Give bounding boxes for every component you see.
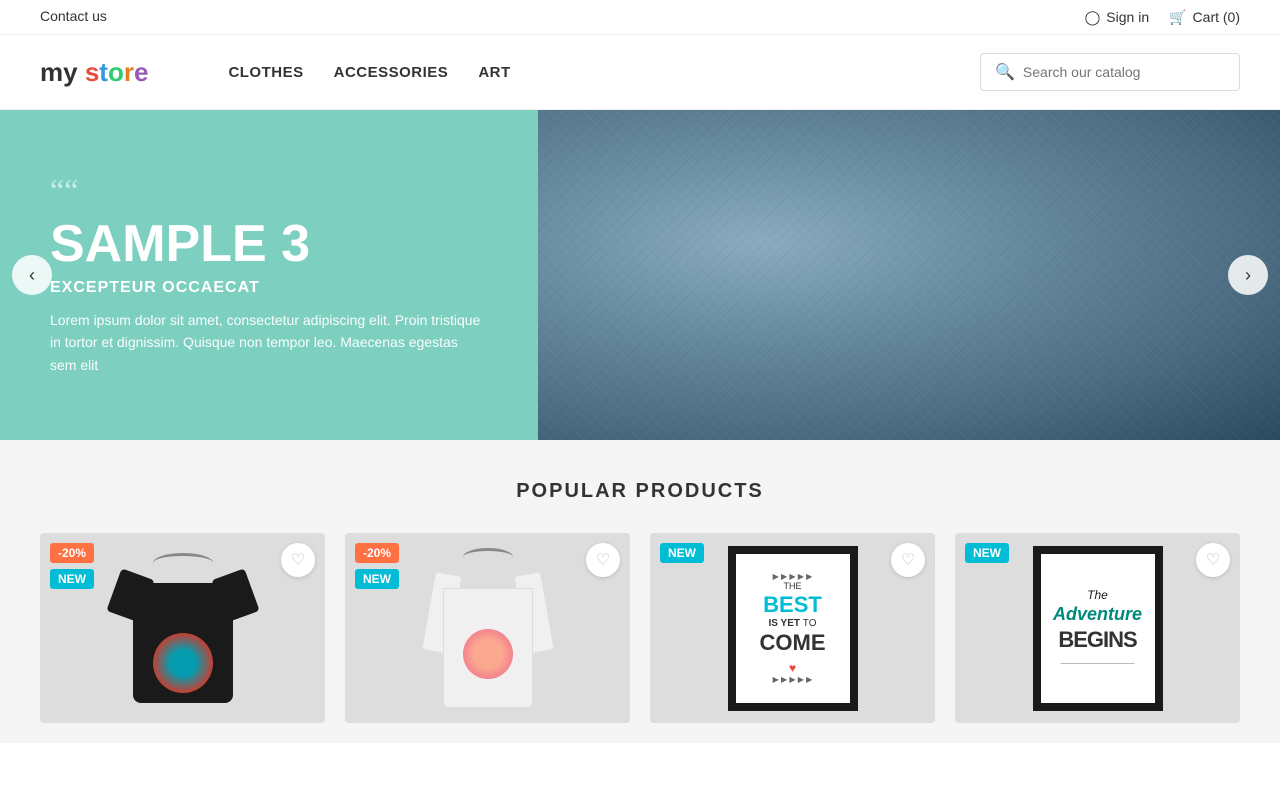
top-bar-right: ◯ Sign in 🛒 Cart (0) xyxy=(1085,9,1240,26)
nav-clothes[interactable]: CLOTHES xyxy=(228,64,303,81)
badge-new-3: NEW xyxy=(660,543,704,563)
poster2-the: The xyxy=(1087,588,1108,602)
wishlist-button-2[interactable]: ♡ xyxy=(586,543,620,577)
badge-new-4: NEW xyxy=(965,543,1009,563)
badge-new-1: NEW xyxy=(50,569,94,589)
cart-icon: 🛒 xyxy=(1169,9,1186,26)
contact-link[interactable]: Contact us xyxy=(40,8,107,24)
hero-quote-mark: ““ xyxy=(50,174,488,206)
poster-text-best: THE BEST IS YET TO COME xyxy=(760,581,826,657)
poster2-adventure: Adventure xyxy=(1053,604,1142,625)
logo-o: o xyxy=(108,57,124,87)
badge-discount-2: -20% xyxy=(355,543,399,563)
wishlist-button-1[interactable]: ♡ xyxy=(281,543,315,577)
hero-inner: ““ SAMPLE 3 EXCEPTEUR OCCAECAT Lorem ips… xyxy=(0,110,1280,440)
logo-s: s xyxy=(85,57,99,87)
poster-frame-3: ▶ ▶ ▶ ▶ ▶ THE BEST IS YET TO COME ♥ ▶ ▶ … xyxy=(728,546,858,711)
poster-the: THE xyxy=(760,581,826,592)
header: my store CLOTHES ACCESSORIES ART 🔍 xyxy=(0,35,1280,110)
cart-link[interactable]: 🛒 Cart (0) xyxy=(1169,9,1240,26)
ls-hanger xyxy=(463,548,513,566)
top-bar: Contact us ◯ Sign in 🛒 Cart (0) xyxy=(0,0,1280,35)
ls-design xyxy=(463,629,513,679)
poster-frame-4: The Adventure BEGINS ───────────── xyxy=(1033,546,1163,711)
products-grid: -20% NEW ♡ -20% NEW ♡ xyxy=(40,533,1240,723)
search-box[interactable]: 🔍 xyxy=(980,53,1240,91)
logo-t: t xyxy=(99,57,108,87)
hero-image xyxy=(538,110,1280,440)
popular-products-title: POPULAR PRODUCTS xyxy=(40,480,1240,503)
poster-heart: ♥ xyxy=(789,661,796,675)
tshirt-design-1 xyxy=(153,633,213,693)
denim-jacket-bg xyxy=(538,110,1280,440)
logo-e: e xyxy=(134,57,148,87)
nav-art[interactable]: ART xyxy=(478,64,510,81)
ls-body xyxy=(443,588,533,708)
tshirt-body-1 xyxy=(133,583,233,703)
person-icon: ◯ xyxy=(1085,9,1101,26)
wishlist-button-4[interactable]: ♡ xyxy=(1196,543,1230,577)
search-icon: 🔍 xyxy=(995,62,1015,82)
product-card-2: -20% NEW ♡ xyxy=(345,533,630,723)
contact-us-link[interactable]: Contact us xyxy=(40,8,107,26)
hero-slider: ““ SAMPLE 3 EXCEPTEUR OCCAECAT Lorem ips… xyxy=(0,110,1280,440)
hero-subtitle: EXCEPTEUR OCCAECAT xyxy=(50,279,488,297)
badge-new-2: NEW xyxy=(355,569,399,589)
poster-isyet: IS YET TO xyxy=(760,618,826,630)
wishlist-button-3[interactable]: ♡ xyxy=(891,543,925,577)
poster-inner-4: The Adventure BEGINS ───────────── xyxy=(1041,554,1155,703)
longsleeve-graphic xyxy=(423,548,553,708)
poster-best-word: BEST xyxy=(760,592,826,618)
poster2-content: The Adventure BEGINS ───────────── xyxy=(1045,580,1150,676)
main-nav: CLOTHES ACCESSORIES ART xyxy=(228,64,980,81)
poster2-tagline: ───────────── xyxy=(1061,659,1135,668)
poster-arrows-top: ▶ ▶ ▶ ▶ ▶ xyxy=(773,572,813,581)
product-card-1: -20% NEW ♡ xyxy=(40,533,325,723)
product-card-3: NEW ♡ ▶ ▶ ▶ ▶ ▶ THE BEST IS YET TO COME … xyxy=(650,533,935,723)
popular-products-section: POPULAR PRODUCTS -20% NEW ♡ -20% NEW xyxy=(0,440,1280,743)
hero-content: ““ SAMPLE 3 EXCEPTEUR OCCAECAT Lorem ips… xyxy=(0,110,538,440)
poster2-begins: BEGINS xyxy=(1058,627,1136,653)
tshirt-black-graphic xyxy=(113,553,253,703)
poster-come: COME xyxy=(760,630,826,656)
logo[interactable]: my store xyxy=(40,57,148,88)
poster-arrows-bottom: ▶ ▶ ▶ ▶ ▶ xyxy=(773,675,813,684)
poster-inner-3: ▶ ▶ ▶ ▶ ▶ THE BEST IS YET TO COME ♥ ▶ ▶ … xyxy=(736,554,850,703)
denim-texture xyxy=(538,110,1280,440)
sign-in-link[interactable]: ◯ Sign in xyxy=(1085,9,1149,26)
logo-my: my xyxy=(40,57,78,87)
badge-discount-1: -20% xyxy=(50,543,94,563)
hero-title: SAMPLE 3 xyxy=(50,216,488,273)
logo-r: r xyxy=(124,57,134,87)
hanger-1 xyxy=(153,553,213,573)
hero-next-button[interactable]: › xyxy=(1228,255,1268,295)
product-card-4: NEW ♡ The Adventure BEGINS ───────────── xyxy=(955,533,1240,723)
nav-accessories[interactable]: ACCESSORIES xyxy=(334,64,449,81)
search-input[interactable] xyxy=(1023,64,1225,80)
hero-description: Lorem ipsum dolor sit amet, consectetur … xyxy=(50,309,488,376)
hero-prev-button[interactable]: ‹ xyxy=(12,255,52,295)
